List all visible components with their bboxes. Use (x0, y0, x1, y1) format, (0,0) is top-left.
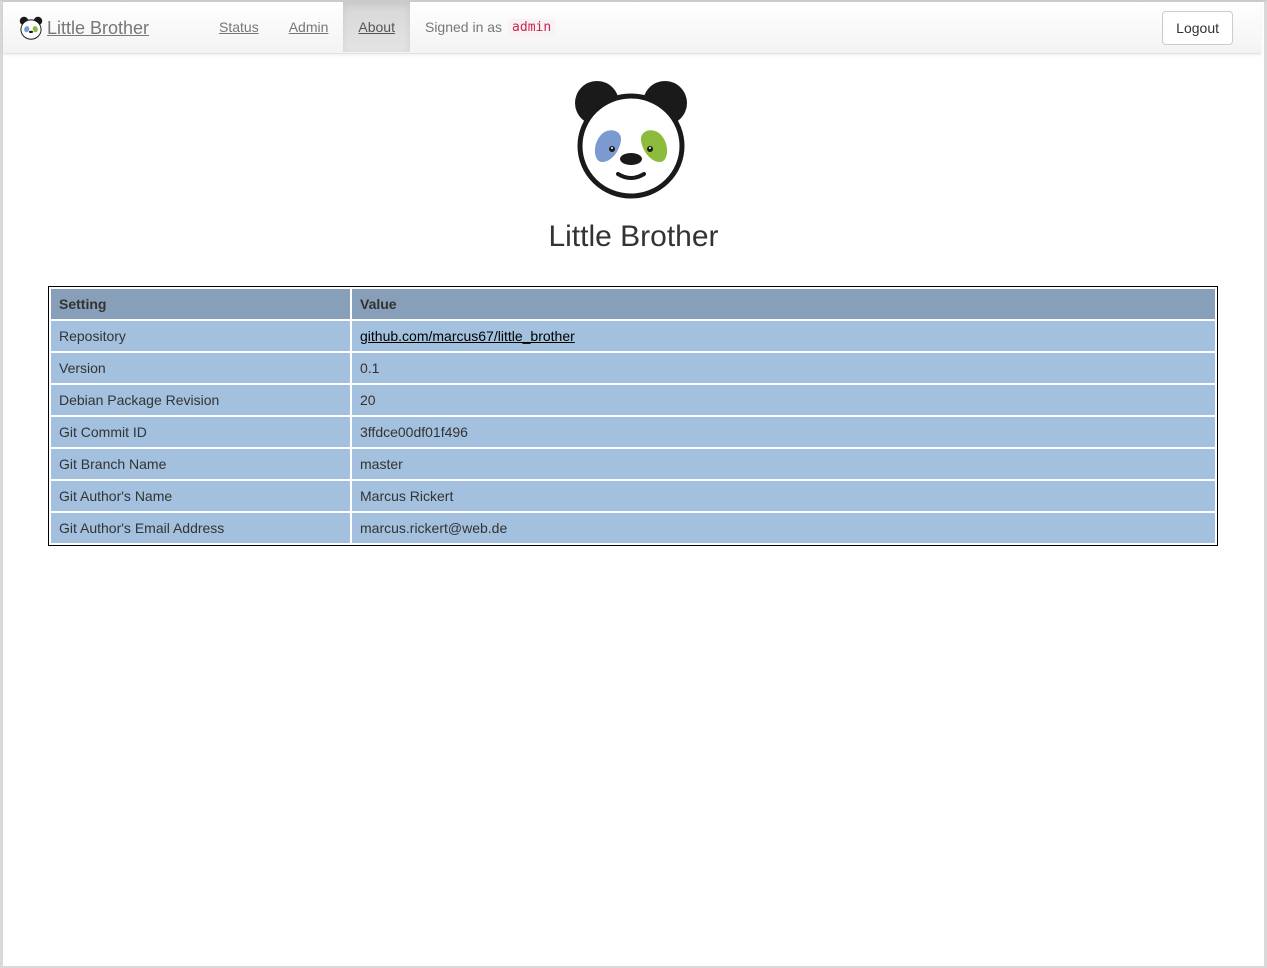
setting-cell: Git Branch Name (51, 449, 350, 479)
setting-cell: Git Author's Email Address (51, 513, 350, 543)
value-cell: 0.1 (352, 353, 1215, 383)
panda-icon (575, 81, 687, 199)
setting-cell: Repository (51, 321, 350, 351)
nav-admin[interactable]: Admin (274, 2, 344, 52)
value-cell: github.com/marcus67/little_brother (352, 321, 1215, 351)
setting-cell: Version (51, 353, 350, 383)
nav-about[interactable]: About (343, 2, 410, 52)
page-title: Little Brother (548, 220, 719, 253)
brand-label: Little Brother (47, 17, 150, 38)
table-row: Git Commit ID 3ffdce00df01f496 (51, 417, 1215, 447)
value-cell: 3ffdce00df01f496 (352, 417, 1215, 447)
table-row: Git Branch Name master (51, 449, 1215, 479)
signed-in-user: admin (508, 18, 556, 36)
column-header-value: Value (352, 289, 1215, 319)
value-cell: master (352, 449, 1215, 479)
value-cell: marcus.rickert@web.de (352, 513, 1215, 543)
table-row: Version 0.1 (51, 353, 1215, 383)
signed-in-status: Signed in as admin (410, 2, 570, 52)
navbar: Little Brother Status Admin About Signed… (3, 2, 1261, 54)
brand-link[interactable]: Little Brother (19, 16, 149, 40)
setting-cell: Git Author's Name (51, 481, 350, 511)
table-row: Repository github.com/marcus67/little_br… (51, 321, 1215, 351)
value-cell: Marcus Rickert (352, 481, 1215, 511)
column-header-setting: Setting (51, 289, 350, 319)
setting-cell: Git Commit ID (51, 417, 350, 447)
signed-in-prefix: Signed in as (424, 19, 503, 35)
settings-table: Setting Value Repository github.com/marc… (48, 286, 1218, 546)
logout-button[interactable]: Logout (1162, 11, 1233, 45)
panda-logo-icon (19, 16, 43, 40)
table-row: Git Author's Name Marcus Rickert (51, 481, 1215, 511)
setting-cell: Debian Package Revision (51, 385, 350, 415)
panda-logo (572, 78, 690, 200)
nav-status[interactable]: Status (204, 2, 274, 52)
nav-menu: Status Admin About Signed in as admin (204, 2, 570, 52)
value-cell: 20 (352, 385, 1215, 415)
table-row: Debian Package Revision 20 (51, 385, 1215, 415)
table-header-row: Setting Value (51, 289, 1215, 319)
repository-link[interactable]: github.com/marcus67/little_brother (360, 328, 575, 344)
table-row: Git Author's Email Address marcus.ricker… (51, 513, 1215, 543)
